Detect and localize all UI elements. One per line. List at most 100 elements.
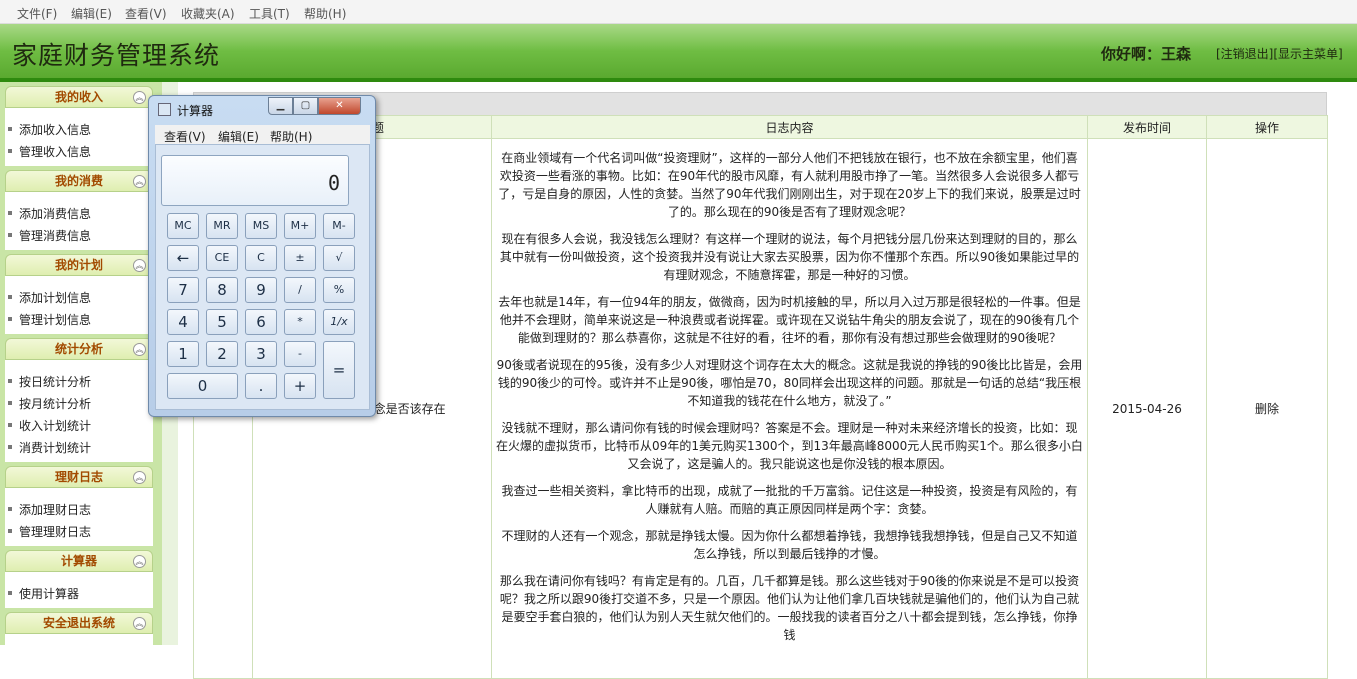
sidebar-item-daily-stats[interactable]: 按日统计分析 <box>7 373 91 390</box>
key-3[interactable]: 3 <box>245 341 277 367</box>
section-title: 统计分析 <box>54 342 103 356</box>
sidebar-item-monthly-stats[interactable]: 按月统计分析 <box>7 395 91 412</box>
menu-tools[interactable]: 工具(T) <box>249 5 290 22</box>
sidebar-item-manage-plan[interactable]: 管理计划信息 <box>7 311 91 328</box>
key-7[interactable]: 7 <box>167 277 199 303</box>
section-body: 添加收入信息 管理收入信息 <box>5 108 153 166</box>
key-plus[interactable]: + <box>284 373 316 399</box>
key-minus[interactable]: - <box>284 341 316 367</box>
key-1[interactable]: 1 <box>167 341 199 367</box>
section-title: 理财日志 <box>54 470 103 484</box>
section-title: 我的计划 <box>54 258 103 272</box>
section-title: 计算器 <box>60 554 97 568</box>
key-multiply[interactable]: * <box>284 309 316 335</box>
collapse-icon[interactable]: ︽ <box>133 617 146 630</box>
key-mr[interactable]: MR <box>206 213 238 239</box>
section-body: 添加消费信息 管理消费信息 <box>5 192 153 250</box>
sidebar-item-add-expense[interactable]: 添加消费信息 <box>7 205 91 222</box>
close-icon[interactable]: ✕ <box>318 97 361 115</box>
row-date: 2015-04-26 <box>1087 138 1207 679</box>
key-6[interactable]: 6 <box>245 309 277 335</box>
section-body: 添加计划信息 管理计划信息 <box>5 276 153 334</box>
key-4[interactable]: 4 <box>167 309 199 335</box>
menu-edit[interactable]: 编辑(E) <box>71 5 112 22</box>
section-body <box>5 634 153 645</box>
key-ce[interactable]: CE <box>206 245 238 271</box>
header-links: [注销退出][显示主菜单] <box>1216 45 1343 62</box>
key-8[interactable]: 8 <box>206 277 238 303</box>
sidebar-item-manage-log[interactable]: 管理理财日志 <box>7 523 91 540</box>
section-my-income[interactable]: 我的收入 ︽ <box>5 86 153 108</box>
show-main-menu-link[interactable]: [显示主菜单] <box>1273 47 1342 61</box>
sidebar-item-manage-income[interactable]: 管理收入信息 <box>7 143 91 160</box>
log-paragraph: 我查过一些相关资料，拿比特币的出现，成就了一批批的千万富翁。记住这是一种投资，投… <box>501 484 1078 516</box>
calc-menu-edit[interactable]: 编辑(E) <box>218 128 259 145</box>
key-sqrt[interactable]: √ <box>323 245 355 271</box>
delete-link[interactable]: 删除 <box>1206 138 1328 679</box>
key-5[interactable]: 5 <box>206 309 238 335</box>
menu-favorites[interactable]: 收藏夹(A) <box>181 5 235 22</box>
section-my-plan[interactable]: 我的计划 ︽ <box>5 254 153 276</box>
key-9[interactable]: 9 <box>245 277 277 303</box>
collapse-icon[interactable]: ︽ <box>133 343 146 356</box>
sidebar-item-expense-plan-stats[interactable]: 消费计划统计 <box>7 439 91 456</box>
section-calculator[interactable]: 计算器 ︽ <box>5 550 153 572</box>
menu-view[interactable]: 查看(V) <box>125 5 167 22</box>
section-finance-log[interactable]: 理财日志 ︽ <box>5 466 153 488</box>
section-body: 按日统计分析 按月统计分析 收入计划统计 消费计划统计 <box>5 360 153 462</box>
header-content: 日志内容 <box>491 115 1088 139</box>
calc-menu-view[interactable]: 查看(V) <box>164 128 206 145</box>
header-banner: 家庭财务管理系统 你好啊：王森 [注销退出][显示主菜单] <box>0 24 1357 82</box>
sidebar-item-add-income[interactable]: 添加收入信息 <box>7 121 91 138</box>
log-paragraph: 那么我在请问你有钱吗？有肯定是有的。几百，几千都算是钱。那么这些钱对于90後的你… <box>499 574 1080 642</box>
key-mc[interactable]: MC <box>167 213 199 239</box>
log-paragraph: 没钱就不理财，那么请问你有钱的时候会理财吗？答案是不会。理财是一种对未来经济增长… <box>496 421 1083 471</box>
section-body: 添加理财日志 管理理财日志 <box>5 488 153 546</box>
collapse-icon[interactable]: ︽ <box>133 555 146 568</box>
key-2[interactable]: 2 <box>206 341 238 367</box>
key-divide[interactable]: / <box>284 277 316 303</box>
calc-menu-help[interactable]: 帮助(H) <box>270 128 312 145</box>
collapse-icon[interactable]: ︽ <box>133 91 146 104</box>
calculator-menu: 查看(V) 编辑(E) 帮助(H) <box>155 125 370 144</box>
header-action: 操作 <box>1206 115 1328 139</box>
key-decimal[interactable]: . <box>245 373 277 399</box>
sidebar: 我的收入 ︽ 添加收入信息 管理收入信息 我的消费 ︽ 添加消费信息 管理消费信息 … <box>0 82 162 645</box>
section-my-expense[interactable]: 我的消费 ︽ <box>5 170 153 192</box>
sidebar-item-income-plan-stats[interactable]: 收入计划统计 <box>7 417 91 434</box>
key-m-minus[interactable]: M- <box>323 213 355 239</box>
maximize-icon[interactable]: ▢ <box>293 97 318 115</box>
collapse-icon[interactable]: ︽ <box>133 471 146 484</box>
sidebar-item-add-log[interactable]: 添加理财日志 <box>7 501 91 518</box>
sidebar-item-manage-expense[interactable]: 管理消费信息 <box>7 227 91 244</box>
key-plus-minus[interactable]: ± <box>284 245 316 271</box>
section-statistics[interactable]: 统计分析 ︽ <box>5 338 153 360</box>
log-paragraph: 不理财的人还有一个观念，那就是挣钱太慢。因为你什么都想着挣钱，我想挣钱我想挣钱，… <box>501 529 1078 561</box>
key-m-plus[interactable]: M+ <box>284 213 316 239</box>
calculator-title: 计算器 <box>177 104 214 118</box>
section-logout[interactable]: 安全退出系统 ︽ <box>5 612 153 634</box>
section-title: 我的消费 <box>54 174 103 188</box>
collapse-icon[interactable]: ︽ <box>133 259 146 272</box>
key-reciprocal[interactable]: 1/x <box>323 309 355 335</box>
key-backspace[interactable]: ← <box>167 245 199 271</box>
menu-file[interactable]: 文件(F) <box>17 5 57 22</box>
menu-help[interactable]: 帮助(H) <box>304 5 346 22</box>
log-paragraph: 在商业领域有一个代名词叫做“投资理财”，这样的一部分人他们不把钱放在银行，也不放… <box>498 151 1081 219</box>
key-equals[interactable]: = <box>323 341 355 399</box>
logout-link[interactable]: [注销退出] <box>1216 47 1273 61</box>
sidebar-item-use-calculator[interactable]: 使用计算器 <box>7 585 79 602</box>
key-percent[interactable]: % <box>323 277 355 303</box>
key-0[interactable]: 0 <box>167 373 238 399</box>
key-ms[interactable]: MS <box>245 213 277 239</box>
calculator-window: 计算器 ▁ ▢ ✕ 查看(V) 编辑(E) 帮助(H) 0 MC MR MS M… <box>148 95 376 417</box>
minimize-icon[interactable]: ▁ <box>268 97 293 115</box>
calculator-icon <box>158 103 171 116</box>
collapse-icon[interactable]: ︽ <box>133 175 146 188</box>
log-paragraph: 现在有很多人会说，我没钱怎么理财？有这样一个理财的说法，每个月把钱分层几份来达到… <box>499 232 1080 282</box>
sidebar-item-add-plan[interactable]: 添加计划信息 <box>7 289 91 306</box>
user-greeting: 你好啊：王森 <box>1101 45 1192 63</box>
row-content: 在商业领域有一个代名词叫做“投资理财”，这样的一部分人他们不把钱放在银行，也不放… <box>491 138 1088 679</box>
key-c[interactable]: C <box>245 245 277 271</box>
header-date: 发布时间 <box>1087 115 1207 139</box>
